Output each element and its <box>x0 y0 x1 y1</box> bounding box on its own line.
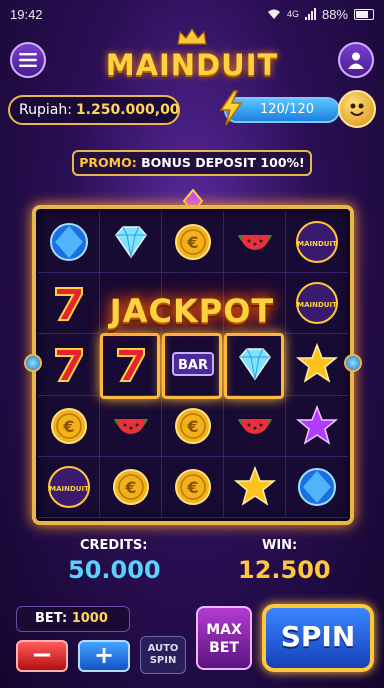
decrease-bet-button[interactable]: − <box>16 640 68 672</box>
lightning-icon <box>219 90 243 126</box>
gold-star-icon <box>295 343 339 384</box>
gold-coin-icon: € <box>174 407 211 444</box>
reel-cell: MAINDUIT <box>286 212 348 274</box>
watermelon-icon <box>237 235 272 251</box>
profile-button[interactable] <box>338 42 374 78</box>
user-icon <box>348 52 364 69</box>
header: MAINDUIT <box>0 28 384 88</box>
reel-cell <box>286 396 348 457</box>
svg-text:MAINDUIT: MAINDUIT <box>49 485 89 493</box>
promo-label: PROMO: <box>79 155 137 170</box>
purple-star-icon <box>295 404 339 445</box>
max-bet-label-1: MAX <box>206 622 242 638</box>
coin-mascot-icon <box>350 103 364 116</box>
bet-display: BET: 1000 <box>16 606 130 632</box>
gold-coin-icon: € <box>50 407 87 444</box>
battery-icon <box>354 8 374 20</box>
bet-value: 1000 <box>71 611 108 626</box>
auto-spin-label-1: AUTO <box>147 643 179 654</box>
reel-cell <box>224 212 286 274</box>
win-highlight <box>162 333 222 399</box>
network-type: 4G <box>286 9 299 19</box>
promo-text: BONUS DEPOSIT 100%! <box>141 155 305 170</box>
reel-cell: € <box>38 395 100 457</box>
mainduit-badge-icon: MAINDUIT <box>296 282 338 325</box>
reel-cell <box>224 456 286 518</box>
bet-label: BET: <box>35 611 68 626</box>
menu-button[interactable] <box>10 42 46 78</box>
max-bet-label-2: BET <box>209 640 239 656</box>
auto-spin-button[interactable]: AUTO SPIN <box>140 636 186 674</box>
reel-cell <box>100 395 162 457</box>
reel-cell <box>38 212 100 274</box>
crown-icon <box>177 28 207 45</box>
win-value: 12.500 <box>238 556 331 584</box>
reel-cell: € <box>100 456 162 518</box>
reel-cell: € <box>162 395 224 457</box>
win-highlight <box>224 333 284 399</box>
increase-bet-button[interactable]: + <box>78 640 130 672</box>
reel-cell: MAINDUIT <box>286 273 348 335</box>
svg-text:€: € <box>62 417 74 436</box>
wifi-icon <box>267 9 280 19</box>
balance-label: Rupiah: <box>19 102 72 118</box>
gold-coin-icon: € <box>174 224 211 261</box>
reel-cell <box>100 212 162 274</box>
auto-spin-label-2: SPIN <box>149 655 177 666</box>
mascot-avatar[interactable] <box>338 90 376 128</box>
blue-orb-icon <box>298 467 336 506</box>
spin-button[interactable]: SPIN <box>262 604 374 672</box>
app-title: MAINDUIT <box>105 48 279 82</box>
svg-text:MAINDUIT: MAINDUIT <box>297 240 337 248</box>
jackpot-banner: JACKPOT <box>109 292 275 330</box>
reel-cell <box>286 334 348 396</box>
reel-cell <box>286 457 348 518</box>
gold-coin-icon: € <box>112 468 149 505</box>
credits-value: 50.000 <box>68 556 161 584</box>
balance-display: Rupiah: 1.250.000,00 <box>8 95 180 125</box>
gold-coin-icon: € <box>174 468 211 505</box>
balance-value: 1.250.000,00 <box>75 102 180 118</box>
reel-cell: MAINDUIT <box>38 456 100 518</box>
svg-text:€: € <box>186 417 198 436</box>
blue-orb-icon <box>49 223 88 262</box>
credits-label: CREDITS: <box>80 538 148 553</box>
logo: MAINDUIT <box>90 28 294 88</box>
watermelon-icon <box>113 418 148 434</box>
max-bet-button[interactable]: MAX BET <box>196 606 252 670</box>
status-bar: 19:42 4G 88% <box>0 0 384 28</box>
gold-star-icon <box>233 465 276 506</box>
reel-cell: € <box>162 456 224 518</box>
diamond-icon <box>114 226 147 259</box>
red-seven-icon <box>54 287 83 322</box>
clock: 19:42 <box>10 6 43 22</box>
promo-banner[interactable]: PROMO: BONUS DEPOSIT 100%! <box>72 150 312 176</box>
reel-cell <box>224 395 286 457</box>
mainduit-badge-icon: MAINDUIT <box>47 465 90 508</box>
svg-text:MAINDUIT: MAINDUIT <box>297 301 337 309</box>
svg-text:€: € <box>124 478 136 497</box>
svg-text:€: € <box>186 478 198 497</box>
win-highlight <box>100 333 160 399</box>
signal-icon <box>304 8 316 20</box>
red-seven-icon <box>54 348 83 383</box>
mainduit-badge-icon: MAINDUIT <box>296 221 338 264</box>
win-label: WIN: <box>262 538 298 553</box>
watermelon-icon <box>237 418 272 434</box>
reel-cell <box>38 334 100 396</box>
battery-percent: 88% <box>321 6 348 22</box>
hamburger-icon <box>19 53 37 67</box>
svg-text:€: € <box>186 233 198 252</box>
reel-cell: € <box>162 212 224 274</box>
